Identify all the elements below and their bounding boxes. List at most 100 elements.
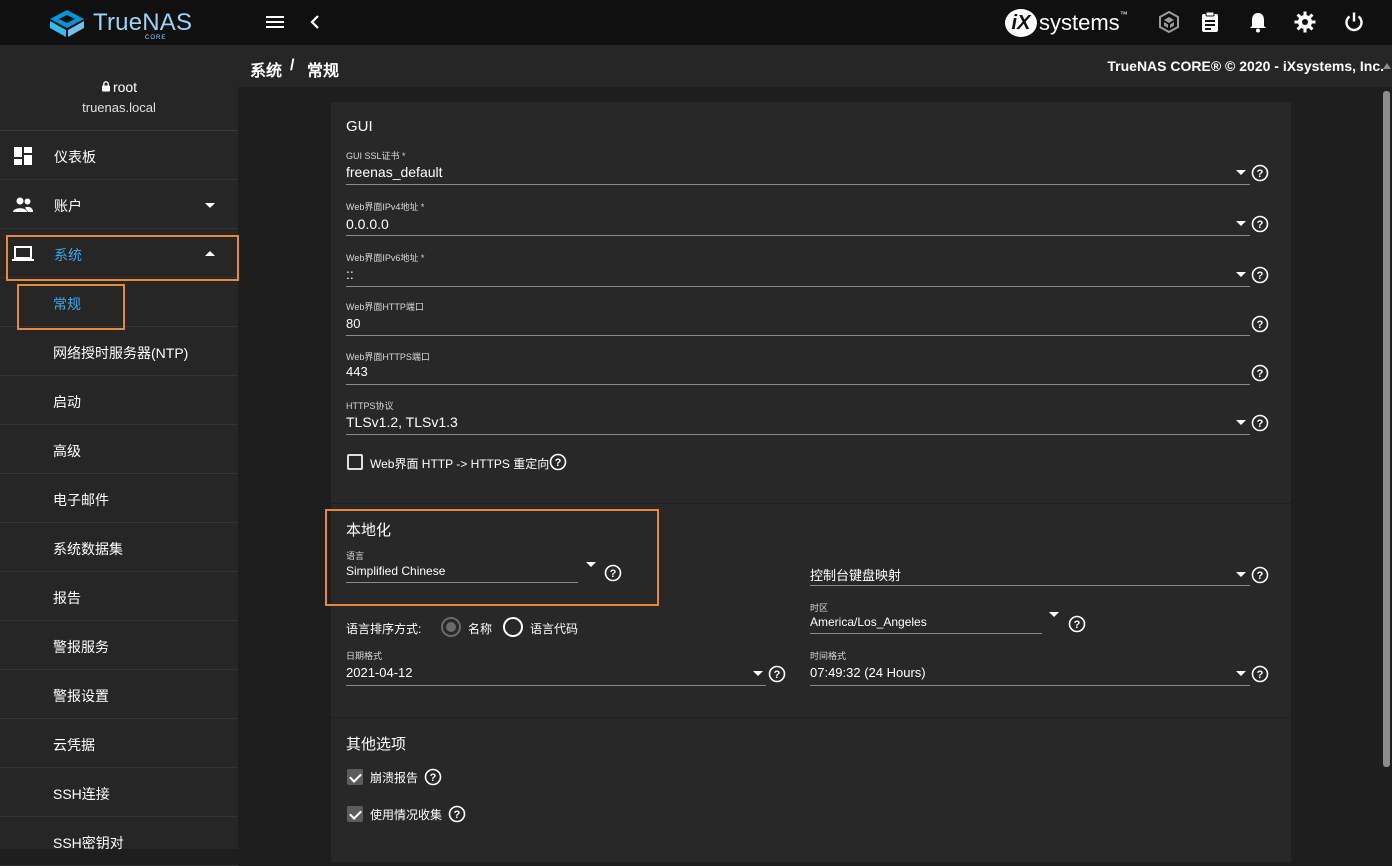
- field-underline: [346, 184, 1250, 185]
- https-protocols-select[interactable]: HTTPS协议 TLSv1.2, TLSv1.3: [346, 399, 1250, 435]
- ipv4-select[interactable]: Web界面IPv4地址 * 0.0.0.0: [346, 200, 1250, 236]
- sort-by-name-radio[interactable]: [441, 617, 461, 637]
- help-icon[interactable]: ?: [604, 564, 622, 582]
- sidebar-subitem-ssh-keypairs[interactable]: SSH密钥对: [0, 817, 238, 866]
- sidebar-item-accounts[interactable]: 账户: [0, 180, 238, 229]
- help-icon[interactable]: ?: [1251, 215, 1269, 233]
- ipv6-select[interactable]: Web界面IPv6地址 * ::: [346, 251, 1250, 287]
- sidebar-item-dashboard[interactable]: 仪表板: [0, 131, 238, 180]
- sort-by-code-radio[interactable]: [503, 617, 523, 637]
- ixsystems-logo-mark: iX: [1005, 9, 1037, 37]
- field-underline: [810, 585, 1250, 586]
- sidebar-subitem-email[interactable]: 电子邮件: [0, 474, 238, 523]
- sidebar: root truenas.local 仪表板 账户 系统 常规 网络授时服务器(…: [0, 45, 238, 866]
- collapse-sidebar-button[interactable]: [303, 10, 327, 34]
- date-format-value: 2021-04-12: [346, 665, 413, 680]
- logo-subtext: CORE: [145, 35, 167, 41]
- help-icon[interactable]: ?: [424, 768, 442, 786]
- sidebar-subitem-label: 系统数据集: [53, 541, 123, 557]
- task-manager-button[interactable]: [1198, 10, 1222, 34]
- sidebar-subitem-boot[interactable]: 启动: [0, 376, 238, 425]
- sidebar-subitem-reporting[interactable]: 报告: [0, 572, 238, 621]
- help-icon[interactable]: ?: [1251, 364, 1269, 382]
- help-icon[interactable]: ?: [1251, 266, 1269, 284]
- sidebar-subitem-label: SSH密钥对: [53, 835, 124, 851]
- truecommand-button[interactable]: [1157, 10, 1181, 34]
- usage-collection-checkbox[interactable]: [347, 806, 363, 822]
- help-icon-glyph: ?: [1251, 215, 1269, 233]
- power-icon: [1345, 12, 1363, 32]
- sidebar-subitem-alert-settings[interactable]: 警报设置: [0, 670, 238, 719]
- sidebar-subitem-ntp[interactable]: 网络授时服务器(NTP): [0, 327, 238, 376]
- sidebar-item-label: 账户: [54, 198, 82, 214]
- sidebar-subitem-cloud-credentials[interactable]: 云凭据: [0, 719, 238, 768]
- crash-reporting-checkbox[interactable]: [347, 769, 363, 785]
- field-underline: [346, 582, 578, 583]
- sidebar-item-system[interactable]: 系统: [0, 229, 238, 278]
- usage-collection-label: 使用情况收集: [370, 808, 443, 822]
- language-sort-label: 语言排序方式:: [346, 622, 422, 636]
- language-label: 语言: [346, 551, 365, 561]
- help-icon[interactable]: ?: [1251, 566, 1269, 584]
- console-keymap-select[interactable]: 控制台键盘映射: [810, 562, 1250, 586]
- sidebar-subitem-label: 启动: [53, 394, 81, 410]
- sidebar-subitem-general[interactable]: 常规: [0, 278, 238, 327]
- task-manager-icon: [1202, 11, 1218, 32]
- time-format-select[interactable]: 时间格式 07:49:32 (24 Hours): [810, 649, 1250, 686]
- help-icon[interactable]: ?: [448, 805, 466, 823]
- sort-by-name-label: 名称: [468, 622, 493, 636]
- https-redirect-checkbox[interactable]: [347, 454, 363, 470]
- help-icon-glyph: ?: [1251, 566, 1269, 584]
- language-dropdown-arrow-icon[interactable]: [586, 562, 596, 567]
- sidebar-subitem-advanced[interactable]: 高级: [0, 425, 238, 474]
- language-select[interactable]: 语言 Simplified Chinese: [346, 549, 578, 583]
- logo-text: TrueNAS: [93, 9, 193, 36]
- help-icon[interactable]: ?: [1251, 315, 1269, 333]
- notifications-button[interactable]: [1246, 10, 1270, 34]
- sidebar-subitem-alert-services[interactable]: 警报服务: [0, 621, 238, 670]
- chevron-left-icon: [310, 15, 319, 29]
- user-name: root: [0, 79, 238, 95]
- date-format-label: 日期格式: [346, 651, 383, 661]
- settings-button[interactable]: [1293, 10, 1317, 34]
- sidebar-item-label: 仪表板: [54, 149, 96, 165]
- dropdown-arrow-icon: [1236, 272, 1246, 277]
- help-icon-glyph: ?: [424, 768, 442, 786]
- field-underline: [346, 434, 1250, 435]
- timezone-select[interactable]: 时区 America/Los_Angeles: [810, 601, 1042, 634]
- help-icon[interactable]: ?: [1251, 665, 1269, 683]
- http-port-value: 80: [346, 316, 361, 331]
- help-icon-glyph: ?: [448, 805, 466, 823]
- help-icon[interactable]: ?: [1251, 164, 1269, 182]
- ssl-cert-select[interactable]: GUI SSL证书 * freenas_default: [346, 149, 1250, 185]
- https-protocols-label: HTTPS协议: [346, 401, 394, 411]
- ssl-cert-value: freenas_default: [346, 164, 443, 180]
- sidebar-subitem-label: 警报设置: [53, 688, 109, 704]
- help-icon-glyph: ?: [1251, 164, 1269, 182]
- menu-toggle-button[interactable]: [263, 10, 287, 34]
- sidebar-subitem-ssh-connections[interactable]: SSH连接: [0, 768, 238, 817]
- console-keymap-label: 控制台键盘映射: [810, 568, 902, 583]
- svg-text:?: ?: [1257, 570, 1264, 582]
- help-icon[interactable]: ?: [549, 453, 567, 471]
- help-icon[interactable]: ?: [1068, 615, 1086, 633]
- help-icon[interactable]: ?: [1251, 414, 1269, 432]
- help-icon[interactable]: ?: [768, 665, 786, 683]
- sidebar-subitem-label: 报告: [53, 590, 81, 606]
- timezone-dropdown-arrow-icon[interactable]: [1049, 612, 1059, 617]
- svg-text:?: ?: [774, 669, 781, 681]
- time-format-value: 07:49:32 (24 Hours): [810, 665, 926, 680]
- sidebar-subitem-system-dataset[interactable]: 系统数据集: [0, 523, 238, 572]
- ipv4-value: 0.0.0.0: [346, 216, 389, 232]
- other-options-section-title: 其他选项: [346, 736, 407, 753]
- https-port-input[interactable]: Web界面HTTPS端口 443: [346, 350, 1250, 385]
- scroll-up-arrow-icon[interactable]: [1383, 61, 1391, 71]
- power-button[interactable]: [1342, 10, 1366, 34]
- sidebar-subitem-label: 电子邮件: [53, 492, 109, 508]
- http-port-input[interactable]: Web界面HTTP端口 80: [346, 300, 1250, 336]
- svg-text:?: ?: [1257, 219, 1264, 231]
- breadcrumb-parent[interactable]: 系统: [250, 57, 282, 81]
- scrollbar-thumb[interactable]: [1383, 91, 1390, 767]
- svg-text:?: ?: [610, 568, 617, 580]
- date-format-select[interactable]: 日期格式 2021-04-12: [346, 649, 766, 686]
